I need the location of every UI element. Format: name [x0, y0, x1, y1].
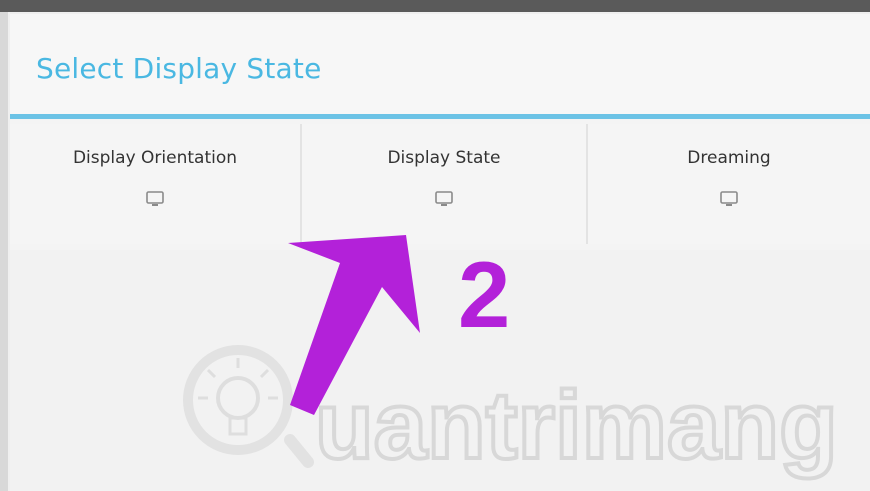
options-row: Display Orientation Display State Dreami… — [10, 124, 870, 250]
header-divider — [10, 114, 870, 119]
option-display-orientation[interactable]: Display Orientation — [10, 124, 300, 244]
option-label: Display Orientation — [72, 148, 238, 168]
monitor-icon — [720, 191, 738, 206]
option-label: Dreaming — [687, 148, 771, 168]
monitor-icon — [146, 191, 164, 206]
dialog-title: Select Display State — [36, 52, 322, 85]
option-dreaming[interactable]: Dreaming — [586, 124, 870, 244]
window-left-edge — [0, 12, 8, 491]
annotation-arrow-icon — [288, 235, 420, 415]
screenshot-frame: Select Display State Display Orientation… — [0, 0, 870, 491]
step-number-label: 2 — [458, 242, 511, 347]
option-label: Display State — [387, 148, 501, 168]
monitor-icon — [435, 191, 453, 206]
window-top-bar — [0, 0, 870, 12]
dialog-header: Select Display State — [10, 14, 870, 114]
